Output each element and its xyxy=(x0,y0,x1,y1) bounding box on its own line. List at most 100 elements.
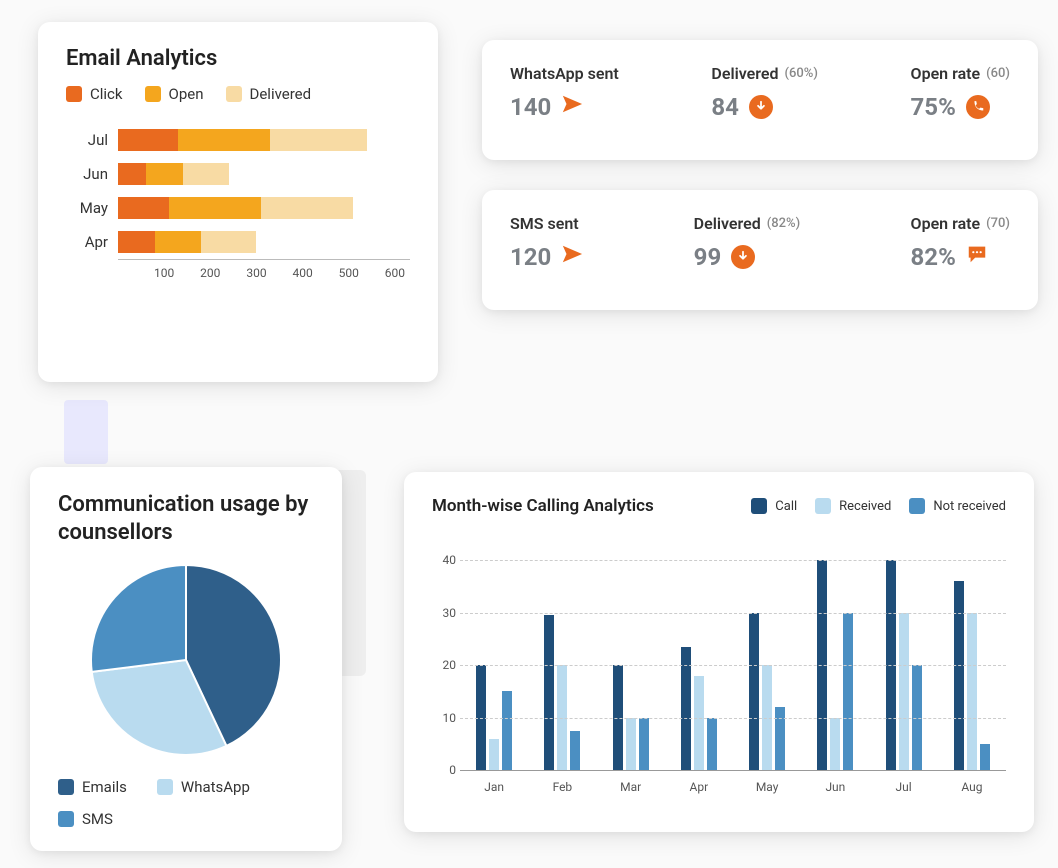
bar-group: Mar xyxy=(597,534,665,770)
x-tick: May xyxy=(756,780,779,794)
legend-label: Open xyxy=(169,85,204,103)
kpi-sublabel: (60%) xyxy=(785,66,818,81)
x-tick: 400 xyxy=(292,266,312,280)
x-tick: Jan xyxy=(484,780,504,794)
x-axis-ticks: 100200300400500600 xyxy=(118,260,410,290)
legend: Emails WhatsApp SMS xyxy=(58,778,314,828)
pie-slice xyxy=(91,565,186,672)
y-tick: 20 xyxy=(432,658,456,672)
communication-usage-card: Communication usage by counsellors Email… xyxy=(30,467,342,851)
kpi-value: 99 xyxy=(694,243,722,271)
legend-swatch xyxy=(751,498,767,514)
legend-label: Call xyxy=(775,499,797,514)
x-tick: Jul xyxy=(896,780,912,794)
legend-swatch xyxy=(815,498,831,514)
bar-group: Feb xyxy=(528,534,596,770)
send-icon xyxy=(561,243,583,271)
bar-track xyxy=(118,197,410,219)
bar-track xyxy=(118,231,410,253)
download-icon xyxy=(731,245,755,269)
chat-icon xyxy=(966,243,988,271)
bar xyxy=(899,613,909,770)
y-tick: 40 xyxy=(432,553,456,567)
legend-item-delivered: Delivered xyxy=(226,85,312,103)
bar-segment xyxy=(169,197,261,219)
legend-item-notreceived: Not received xyxy=(909,498,1006,514)
legend-label: Delivered xyxy=(250,85,312,103)
y-tick: 30 xyxy=(432,606,456,620)
x-tick: 500 xyxy=(339,266,359,280)
legend-swatch xyxy=(66,86,82,102)
pie-chart xyxy=(58,560,314,760)
kpi-label: SMS sent xyxy=(510,214,579,233)
x-tick: Mar xyxy=(620,780,641,794)
card-title: Communication usage by counsellors xyxy=(58,491,314,546)
legend-swatch xyxy=(58,779,74,795)
bar-category-label: May xyxy=(66,199,118,217)
bar-segment xyxy=(118,163,146,185)
gridline xyxy=(460,613,1006,614)
kpi-sublabel: (82%) xyxy=(767,216,800,231)
kpi-delivered: Delivered (60%) 84 xyxy=(711,64,818,136)
whatsapp-icon xyxy=(966,95,990,119)
sms-kpi-card: SMS sent 120 Delivered (82%) 99 Open rat… xyxy=(482,190,1038,310)
bar-segment xyxy=(183,163,229,185)
x-tick: Feb xyxy=(553,780,573,794)
legend-label: Received xyxy=(839,499,891,514)
bar-category-label: Jul xyxy=(66,131,118,149)
kpi-value: 82% xyxy=(911,243,956,271)
legend-item-call: Call xyxy=(751,498,797,514)
kpi-sent: WhatsApp sent 140 xyxy=(510,64,619,136)
legend-item-open: Open xyxy=(145,85,204,103)
kpi-sent: SMS sent 120 xyxy=(510,214,583,286)
kpi-value: 120 xyxy=(510,243,551,271)
bar-group: Apr xyxy=(665,534,733,770)
kpi-value: 75% xyxy=(911,93,956,121)
bar-row: Jul xyxy=(66,123,410,157)
legend-swatch xyxy=(157,779,173,795)
bar xyxy=(967,613,977,770)
bar xyxy=(954,581,964,770)
legend-item-click: Click xyxy=(66,85,123,103)
calling-analytics-card: Month-wise Calling Analytics Call Receiv… xyxy=(404,472,1034,832)
email-analytics-card: Email Analytics Click Open Delivered Jul… xyxy=(38,22,438,382)
legend-label: WhatsApp xyxy=(181,778,250,796)
x-axis xyxy=(460,770,1006,771)
bar-track xyxy=(118,163,410,185)
bar-segment xyxy=(118,231,155,253)
legend-label: Click xyxy=(90,85,123,103)
bar xyxy=(639,718,649,770)
bar-group: Jan xyxy=(460,534,528,770)
bar-segment xyxy=(270,129,367,151)
bar-group: Jul xyxy=(870,534,938,770)
legend-item-received: Received xyxy=(815,498,891,514)
kpi-label: Open rate xyxy=(911,214,981,233)
bar xyxy=(502,691,512,770)
bar xyxy=(544,615,554,770)
gridline xyxy=(460,560,1006,561)
y-tick: 10 xyxy=(432,711,456,725)
legend-label: Not received xyxy=(933,499,1006,514)
gridline xyxy=(460,665,1006,666)
legend-item-emails: Emails xyxy=(58,778,127,796)
legend-swatch xyxy=(58,811,74,827)
x-tick: 300 xyxy=(246,266,266,280)
kpi-label: Delivered xyxy=(694,214,761,233)
bar-row: Apr xyxy=(66,225,410,259)
bar xyxy=(626,718,636,770)
legend-swatch xyxy=(145,86,161,102)
bar-track xyxy=(118,129,410,151)
bar xyxy=(980,744,990,770)
legend-swatch xyxy=(909,498,925,514)
legend: Call Received Not received xyxy=(751,498,1006,514)
kpi-open-rate: Open rate (60) 75% xyxy=(911,64,1010,136)
decorative-block xyxy=(64,400,108,464)
kpi-value: 84 xyxy=(711,93,739,121)
bar xyxy=(570,731,580,770)
bar-segment xyxy=(118,197,169,219)
bar-segment xyxy=(146,163,183,185)
x-tick: Apr xyxy=(690,780,709,794)
kpi-label: Open rate xyxy=(911,64,981,83)
kpi-value: 140 xyxy=(510,93,551,121)
bar-row: Jun xyxy=(66,157,410,191)
